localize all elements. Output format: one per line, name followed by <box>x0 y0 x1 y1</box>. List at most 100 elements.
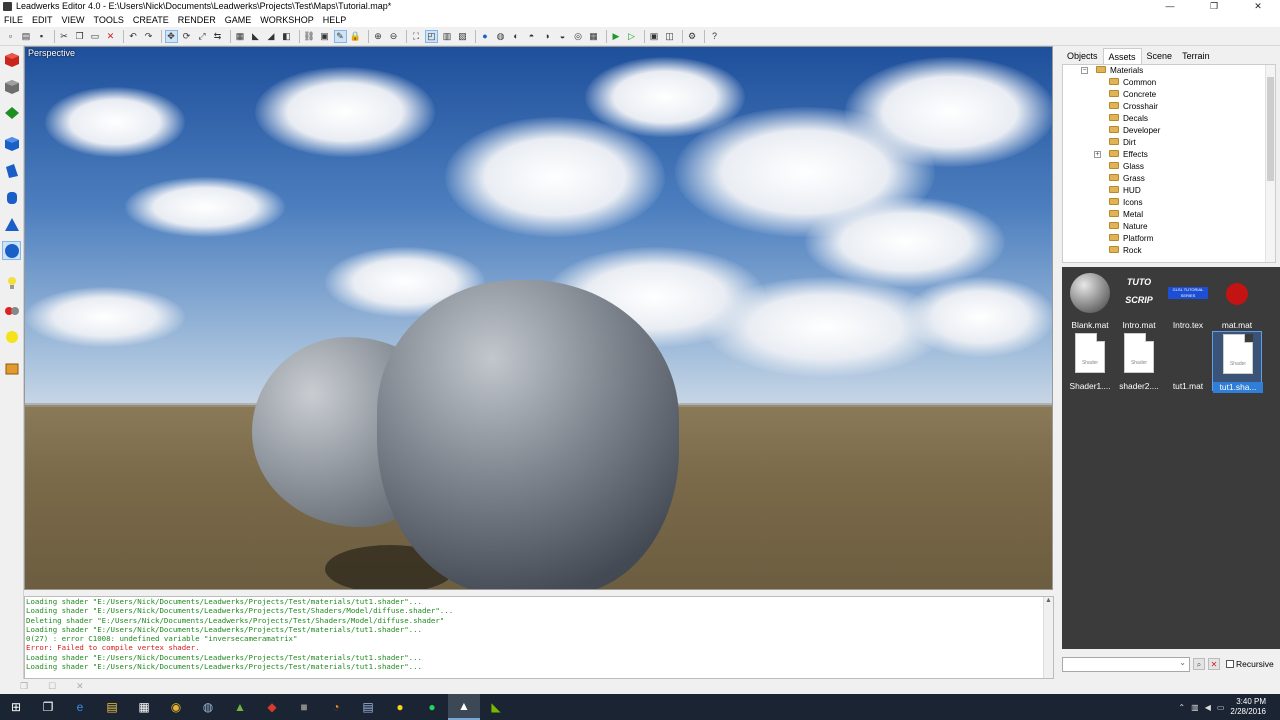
cut-icon[interactable]: ✂ <box>58 30 71 43</box>
cylinder-brush-icon[interactable] <box>2 188 21 207</box>
run-game-icon[interactable]: ▶ <box>610 30 623 43</box>
frame-selected-icon[interactable]: ◰ <box>425 29 438 43</box>
tab-terrain[interactable]: Terrain <box>1177 48 1215 64</box>
tree-item-common[interactable]: Common <box>1063 77 1275 89</box>
perspective-viewport[interactable]: Perspective <box>24 46 1053 590</box>
clear-search-icon[interactable]: ✕ <box>1208 658 1220 670</box>
grid-toggle-icon[interactable]: ▦ <box>587 30 600 43</box>
flip-icon[interactable]: ◧ <box>280 30 293 43</box>
app-grey-icon[interactable]: ■ <box>288 694 320 720</box>
help-icon[interactable]: ? <box>708 30 721 43</box>
asset-item[interactable]: GLSL TUTORIAL SERIES Intro.tex <box>1163 270 1213 330</box>
zoom-extents-icon[interactable]: ⛶ <box>410 30 423 43</box>
notepad-icon[interactable]: ▤ <box>352 694 384 720</box>
tree-item-metal[interactable]: Metal <box>1063 209 1275 221</box>
tree-item-nature[interactable]: Nature <box>1063 221 1275 233</box>
unlink-icon[interactable]: ▣ <box>318 30 331 43</box>
viewport-layout-icon[interactable]: ▧ <box>456 30 469 43</box>
steam-icon[interactable]: ◍ <box>192 694 224 720</box>
scale-tool-icon[interactable]: ⤢ <box>196 30 209 43</box>
asset-item-selected[interactable]: Shader tut1.sha... <box>1212 331 1263 393</box>
search-icon[interactable]: ⌕ <box>1193 658 1205 670</box>
zoom-in-icon[interactable]: ⊕ <box>372 30 385 43</box>
menu-game[interactable]: GAME <box>225 13 252 27</box>
tray-clock[interactable]: 3:40 PM 2/28/2016 <box>1230 697 1266 717</box>
tree-scrollbar[interactable] <box>1265 65 1275 262</box>
tray-network-icon[interactable]: ▥ <box>1191 703 1199 712</box>
task-view-icon[interactable]: ❐ <box>32 694 64 720</box>
status-close-icon[interactable]: ✕ <box>76 681 84 692</box>
asset-item[interactable]: Blank.mat <box>1065 270 1115 330</box>
asset-item[interactable]: mat.mat <box>1212 270 1262 330</box>
spotify-icon[interactable]: ● <box>416 694 448 720</box>
console-scrollbar[interactable]: ▲ <box>1043 597 1053 678</box>
point-light-icon[interactable] <box>2 273 21 292</box>
tree-item-dirt[interactable]: Dirt <box>1063 137 1275 149</box>
select-tool-icon[interactable] <box>2 77 21 96</box>
blender-icon[interactable]: ◔ <box>320 694 352 720</box>
leadwerks-editor-task-icon[interactable]: ▲ <box>448 694 480 720</box>
lock-icon[interactable]: 🔒 <box>349 30 362 43</box>
grid-snap-icon[interactable]: ▦ <box>234 30 247 43</box>
sphere-brush-icon[interactable] <box>2 241 21 260</box>
wedge-blue-icon[interactable] <box>2 161 21 180</box>
minimize-button[interactable]: — <box>1148 0 1192 13</box>
publish-icon[interactable]: ◫ <box>663 30 676 43</box>
tree-item-crosshair[interactable]: Crosshair <box>1063 101 1275 113</box>
save-icon[interactable]: ▪ <box>35 30 48 43</box>
undo-icon[interactable]: ↶ <box>127 30 140 43</box>
wedge-brush-icon[interactable] <box>2 103 21 122</box>
status-maximize-icon[interactable]: ☐ <box>48 681 56 692</box>
render-mode-4-icon[interactable]: ◓ <box>525 30 538 43</box>
menu-view[interactable]: VIEW <box>62 13 85 27</box>
directional-light-icon[interactable] <box>2 327 21 346</box>
menu-create[interactable]: CREATE <box>133 13 169 27</box>
menu-help[interactable]: HELP <box>323 13 347 27</box>
file-explorer-icon[interactable]: ▤ <box>96 694 128 720</box>
align-right-icon[interactable]: ◢ <box>265 30 278 43</box>
chrome-icon[interactable]: ◉ <box>160 694 192 720</box>
rotate-tool-icon[interactable]: ⟳ <box>180 30 193 43</box>
layout-icon[interactable]: ▥ <box>441 30 454 43</box>
tab-assets[interactable]: Assets <box>1102 48 1142 64</box>
screenshot-icon[interactable]: ▣ <box>648 30 661 43</box>
menu-tools[interactable]: TOOLS <box>94 13 124 27</box>
move-tool-icon[interactable]: ✥ <box>164 29 178 43</box>
select-mode-icon[interactable]: ✎ <box>333 29 347 43</box>
norton-icon[interactable]: ● <box>384 694 416 720</box>
tree-item-hud[interactable]: HUD <box>1063 185 1275 197</box>
render-mode-5-icon[interactable]: ◑ <box>541 30 554 43</box>
tray-action-center-icon[interactable]: ▭ <box>1217 703 1225 712</box>
leadwerks-icon[interactable]: ▲ <box>224 694 256 720</box>
maximize-button[interactable]: ❐ <box>1192 0 1236 13</box>
tree-item-developer[interactable]: Developer <box>1063 125 1275 137</box>
menu-workshop[interactable]: WORKSHOP <box>260 13 314 27</box>
tree-item-decals[interactable]: Decals <box>1063 113 1275 125</box>
menu-file[interactable]: FILE <box>4 13 23 27</box>
tree-item-icons[interactable]: Icons <box>1063 197 1275 209</box>
box-brush-icon[interactable] <box>2 50 21 69</box>
tree-item-rock[interactable]: Rock <box>1063 245 1275 257</box>
edge-browser-icon[interactable]: e <box>64 694 96 720</box>
render-mode-6-icon[interactable]: ◒ <box>556 30 569 43</box>
render-mode-2-icon[interactable]: ◍ <box>494 30 507 43</box>
asset-item[interactable]: TUTO SCRIP Intro.mat <box>1114 270 1164 330</box>
status-restore-icon[interactable]: ❐ <box>20 681 28 692</box>
render-mode-3-icon[interactable]: ◐ <box>510 30 523 43</box>
tray-up-icon[interactable]: ⌃ <box>1178 703 1185 712</box>
asset-search-input[interactable] <box>1062 656 1190 672</box>
align-left-icon[interactable]: ◣ <box>249 30 262 43</box>
tree-item-effects[interactable]: + Effects <box>1063 149 1275 161</box>
open-file-icon[interactable]: ▤ <box>20 30 33 43</box>
cone-brush-icon[interactable] <box>2 215 21 234</box>
paste-icon[interactable]: ▭ <box>89 30 102 43</box>
zoom-out-icon[interactable]: ⊖ <box>387 30 400 43</box>
tree-item-platform[interactable]: Platform <box>1063 233 1275 245</box>
tree-item-concrete[interactable]: Concrete <box>1063 89 1275 101</box>
tab-scene[interactable]: Scene <box>1142 48 1178 64</box>
snap-icon[interactable]: ⇆ <box>211 30 224 43</box>
tab-objects[interactable]: Objects <box>1062 48 1103 64</box>
store-icon[interactable]: ▦ <box>128 694 160 720</box>
camera-entity-icon[interactable] <box>2 359 21 378</box>
menu-edit[interactable]: EDIT <box>32 13 53 27</box>
